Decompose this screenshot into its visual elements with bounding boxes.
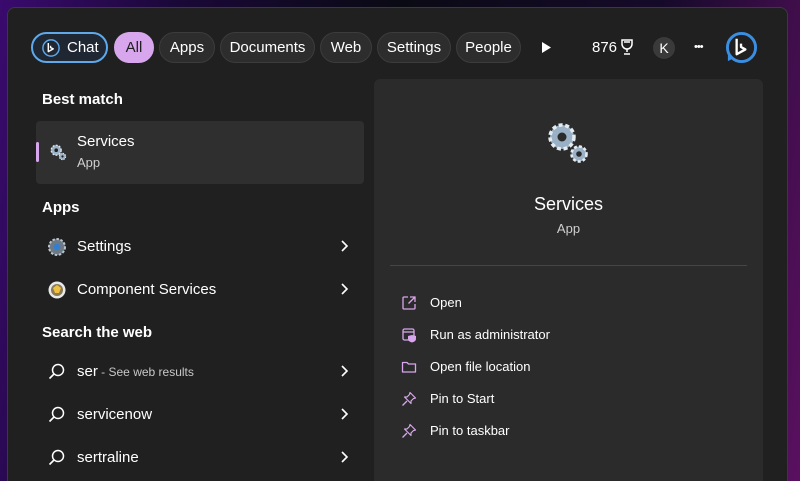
search-icon: [48, 363, 65, 380]
filter-web[interactable]: Web: [320, 32, 372, 63]
services-gear-icon: [50, 144, 67, 161]
action-label: Run as administrator: [430, 327, 550, 342]
action-run-as-admin[interactable]: Run as administrator: [398, 323, 738, 349]
best-match-heading: Best match: [42, 91, 123, 108]
action-label: Open file location: [430, 359, 531, 374]
best-match-type: App: [77, 155, 101, 170]
action-pin-to-taskbar[interactable]: Pin to taskbar: [398, 419, 738, 445]
settings-gear-icon: [48, 238, 66, 256]
chevron-right-icon: [341, 365, 349, 377]
apps-heading: Apps: [42, 199, 80, 216]
shield-icon: [402, 328, 416, 343]
bing-logo-icon[interactable]: [725, 31, 758, 64]
play-icon[interactable]: [540, 41, 552, 54]
detail-panel: Services App Open Run as administrator O…: [374, 79, 763, 481]
detail-app-type: App: [556, 221, 581, 236]
pin-icon: [402, 423, 417, 438]
filter-documents[interactable]: Documents: [220, 32, 315, 63]
filter-settings[interactable]: Settings: [377, 32, 451, 63]
chat-button[interactable]: Chat: [31, 32, 108, 63]
action-open-file-location[interactable]: Open file location: [398, 355, 738, 381]
bing-chat-icon: [42, 39, 60, 57]
services-gear-icon: [548, 123, 588, 163]
web-result-hint: - See web results: [97, 365, 194, 379]
filter-people[interactable]: People: [456, 32, 521, 63]
app-item-component-services[interactable]: Component Services: [36, 270, 364, 310]
detail-app-name: Services: [533, 194, 604, 214]
chevron-right-icon: [341, 408, 349, 420]
search-icon: [48, 449, 65, 466]
action-label: Open: [430, 295, 462, 310]
folder-icon: [401, 361, 417, 373]
search-icon: [48, 406, 65, 423]
chat-label: Chat: [67, 39, 99, 56]
search-window: Chat All Apps Documents Web Settings Peo…: [7, 7, 788, 481]
app-item-label: Component Services: [77, 281, 217, 298]
action-open[interactable]: Open: [398, 291, 738, 317]
action-pin-to-start[interactable]: Pin to Start: [398, 387, 738, 413]
filter-all[interactable]: All: [114, 32, 154, 63]
rewards-points[interactable]: 876: [592, 32, 617, 63]
app-item-label: Settings: [77, 238, 132, 255]
pin-icon: [402, 391, 417, 406]
action-label: Pin to taskbar: [430, 423, 510, 438]
filter-apps[interactable]: Apps: [159, 32, 215, 63]
filter-bar: Chat All Apps Documents Web Settings Peo…: [8, 8, 787, 76]
chevron-right-icon: [341, 240, 349, 252]
component-services-icon: [48, 281, 66, 299]
search-web-heading: Search the web: [42, 324, 153, 341]
best-match-name: Services: [77, 133, 135, 150]
open-external-icon: [402, 296, 416, 310]
chevron-right-icon: [341, 451, 349, 463]
account-avatar[interactable]: K: [653, 37, 675, 59]
web-result-sertraline[interactable]: sertraline: [36, 438, 364, 478]
web-result-label: servicenow: [77, 406, 153, 423]
web-result-ser[interactable]: ser - See web results: [36, 352, 364, 392]
divider: [390, 265, 747, 266]
selection-accent: [36, 142, 39, 162]
chevron-right-icon: [341, 283, 349, 295]
rewards-trophy-icon[interactable]: [619, 39, 635, 56]
more-options-icon[interactable]: •••: [694, 32, 704, 63]
app-item-settings[interactable]: Settings: [36, 227, 364, 267]
best-match-item-services[interactable]: Services App: [36, 121, 364, 184]
web-result-label: sertraline: [77, 449, 139, 466]
web-result-label: ser - See web results: [77, 363, 194, 380]
action-label: Pin to Start: [430, 391, 495, 406]
web-result-servicenow[interactable]: servicenow: [36, 395, 364, 435]
